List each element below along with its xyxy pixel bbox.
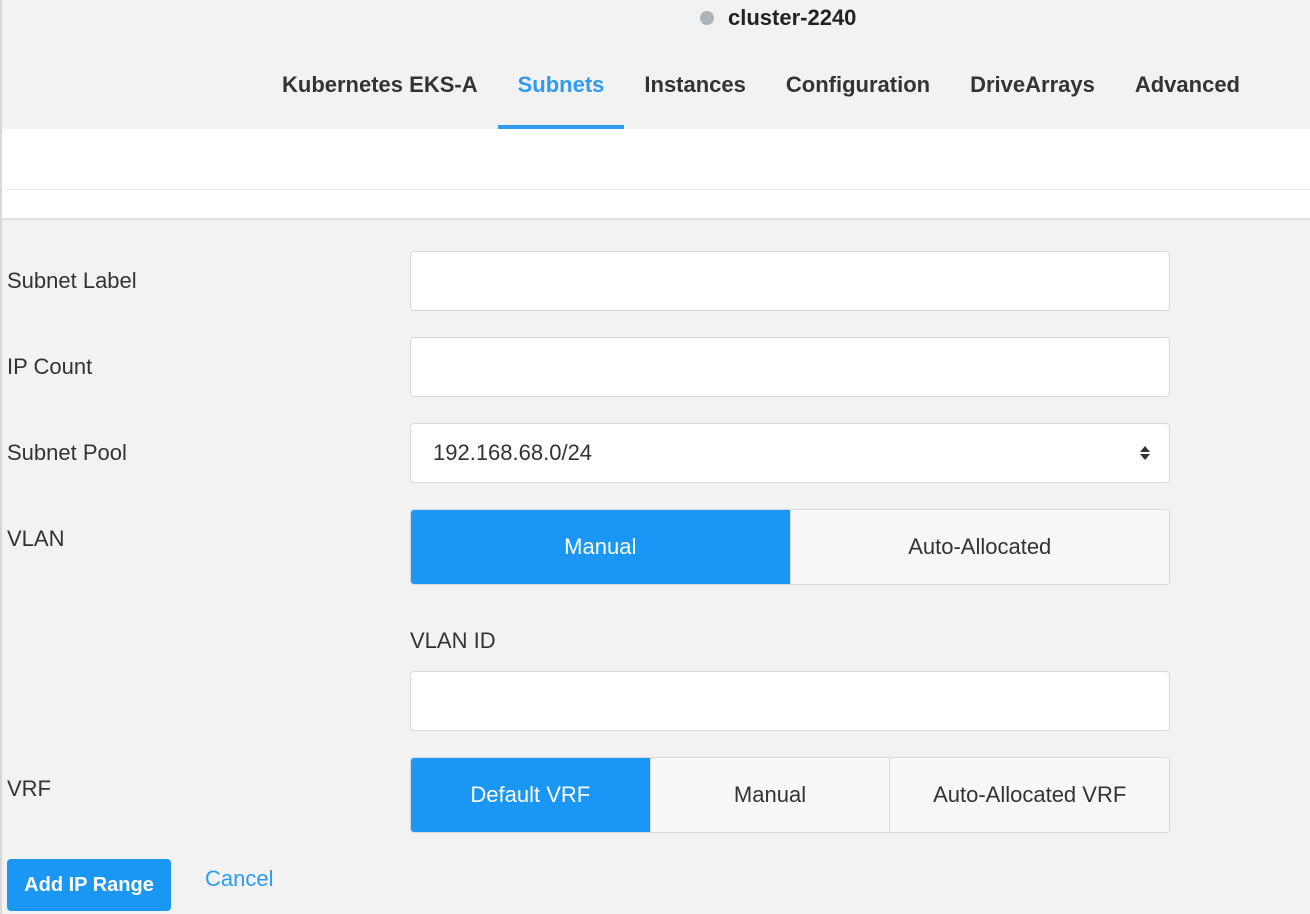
cancel-link[interactable]: Cancel <box>205 866 273 892</box>
add-ip-range-button[interactable]: Add IP Range <box>7 859 171 911</box>
vrf-default-button[interactable]: Default VRF <box>411 758 650 832</box>
subnet-pool-label: Subnet Pool <box>7 440 127 465</box>
vrf-toggle: Default VRF Manual Auto-Allocated VRF <box>410 757 1170 833</box>
tab-advanced[interactable]: Advanced <box>1115 54 1260 129</box>
cluster-header: cluster-2240 <box>700 4 856 32</box>
subnet-pool-value: 192.168.68.0/24 <box>433 440 593 465</box>
vlan-manual-button[interactable]: Manual <box>411 510 790 584</box>
tab-kubernetes-eks-a[interactable]: Kubernetes EKS-A <box>262 54 498 129</box>
subnet-label-input[interactable] <box>410 251 1170 311</box>
vlan-label: VLAN <box>7 526 65 551</box>
subnet-label-label: Subnet Label <box>7 268 137 293</box>
sort-arrows-icon <box>1139 445 1151 461</box>
vrf-label: VRF <box>7 776 51 801</box>
vlan-id-label: VLAN ID <box>410 628 496 653</box>
vlan-toggle: Manual Auto-Allocated <box>410 509 1170 585</box>
ip-count-input[interactable] <box>410 337 1170 397</box>
vrf-auto-allocated-button[interactable]: Auto-Allocated VRF <box>889 758 1169 832</box>
ip-count-label: IP Count <box>7 354 93 379</box>
tab-configuration[interactable]: Configuration <box>766 54 950 129</box>
tab-subnets[interactable]: Subnets <box>497 54 625 129</box>
tab-instances[interactable]: Instances <box>624 54 766 129</box>
toolbar-band <box>2 129 1310 220</box>
tab-bar: Kubernetes EKS-A Subnets Instances Confi… <box>262 54 1310 129</box>
vlan-auto-allocated-button[interactable]: Auto-Allocated <box>789 510 1169 584</box>
status-dot-icon <box>700 11 714 25</box>
subnet-pool-select[interactable]: 192.168.68.0/24 <box>410 423 1170 483</box>
vlan-id-input[interactable] <box>410 671 1170 731</box>
cluster-name: cluster-2240 <box>728 5 857 30</box>
tab-drivearrays[interactable]: DriveArrays <box>950 54 1115 129</box>
vrf-manual-button[interactable]: Manual <box>649 758 890 832</box>
band-divider <box>6 189 1310 190</box>
